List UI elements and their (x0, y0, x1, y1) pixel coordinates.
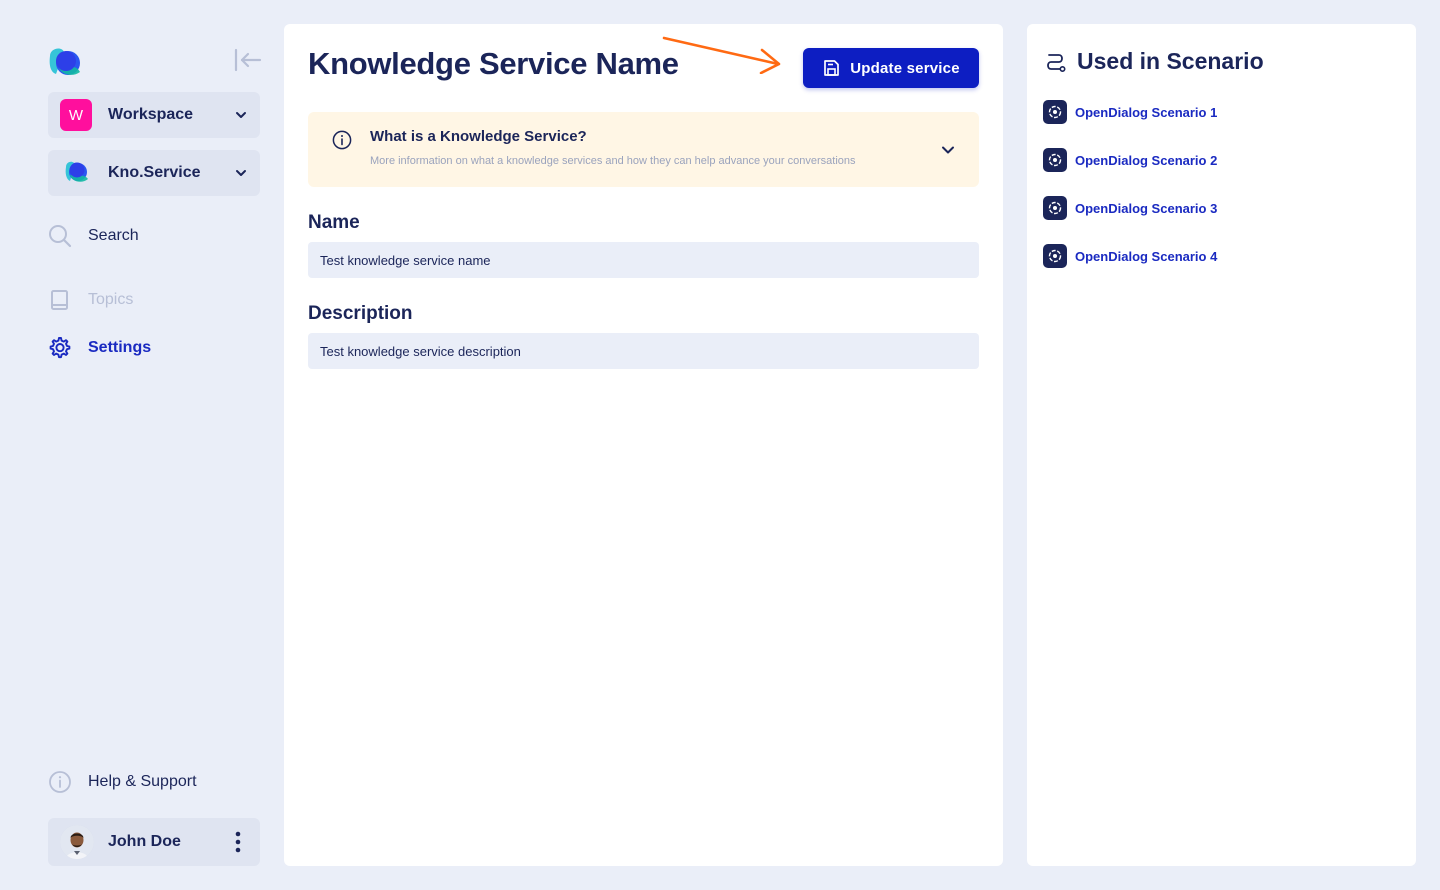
chevron-down-icon (236, 170, 246, 176)
page-title: Knowledge Service Name (308, 46, 679, 81)
scenario-panel-header: Used in Scenario (1043, 48, 1264, 75)
sidebar-item-topics[interactable]: Topics (48, 286, 133, 314)
sidebar-item-label: Settings (88, 339, 152, 356)
gear-icon (49, 337, 71, 359)
chevron-down-icon[interactable] (940, 142, 956, 158)
description-label: Description (308, 303, 413, 324)
user-menu[interactable]: John Doe (48, 818, 260, 866)
annotation-arrow-icon (662, 36, 781, 74)
workspace-selector[interactable]: W Workspace (48, 92, 260, 138)
search-icon (49, 225, 72, 248)
main-panel: Knowledge Service Name Update service Wh… (284, 24, 1003, 866)
name-field[interactable] (308, 242, 979, 278)
sidebar-item-search[interactable]: Search (48, 222, 139, 250)
workspace-badge: W (60, 99, 92, 131)
update-service-label: Update service (850, 59, 960, 77)
scenario-link-label: OpenDialog Scenario 3 (1075, 200, 1218, 216)
info-banner-subtitle: More information on what a knowledge ser… (370, 155, 856, 167)
scenario-icon (1043, 148, 1067, 172)
sidebar-item-label: Topics (88, 291, 134, 308)
info-banner[interactable]: What is a Knowledge Service? More inform… (308, 112, 979, 187)
service-logo-icon (65, 161, 88, 182)
scenario-link[interactable]: OpenDialog Scenario 4 (1043, 244, 1217, 268)
avatar (60, 825, 94, 859)
scenario-link-label: OpenDialog Scenario 4 (1075, 248, 1218, 264)
save-icon (824, 60, 840, 76)
chevron-down-icon (236, 112, 246, 118)
info-icon (332, 130, 352, 150)
workspace-label: Workspace (108, 106, 194, 123)
book-icon (51, 290, 68, 310)
opendialog-logo-icon[interactable] (46, 46, 84, 82)
name-label: Name (308, 212, 360, 233)
scenario-panel-title: Used in Scenario (1077, 48, 1264, 74)
scenario-icon (1043, 244, 1067, 268)
sidebar-item-settings[interactable]: Settings (48, 334, 151, 362)
info-icon (49, 771, 71, 793)
service-selector[interactable]: Kno.Service (48, 150, 260, 196)
scenario-link-label: OpenDialog Scenario 2 (1075, 152, 1218, 168)
sidebar-item-label: Help & Support (88, 773, 197, 790)
info-banner-title: What is a Knowledge Service? (370, 128, 587, 145)
sidebar-item-help[interactable]: Help & Support (48, 768, 197, 796)
sidebar: W Workspace Kno.Service Search Topics Se… (0, 0, 284, 890)
scenario-icon (1043, 196, 1067, 220)
user-name: John Doe (108, 833, 181, 850)
collapse-left-icon[interactable] (232, 47, 262, 73)
scenario-link-label: OpenDialog Scenario 1 (1075, 104, 1218, 120)
scenario-link[interactable]: OpenDialog Scenario 3 (1043, 196, 1217, 220)
service-label: Kno.Service (108, 164, 201, 181)
route-icon (1047, 53, 1066, 72)
scenario-icon (1043, 100, 1067, 124)
more-options-icon[interactable] (228, 830, 248, 854)
sidebar-item-label: Search (88, 227, 139, 244)
scenario-link[interactable]: OpenDialog Scenario 1 (1043, 100, 1217, 124)
scenario-link[interactable]: OpenDialog Scenario 2 (1043, 148, 1217, 172)
update-service-button[interactable]: Update service (803, 48, 979, 88)
description-field[interactable] (308, 333, 979, 369)
scenario-panel: Used in Scenario OpenDialog Scenario 1 O… (1027, 24, 1416, 866)
